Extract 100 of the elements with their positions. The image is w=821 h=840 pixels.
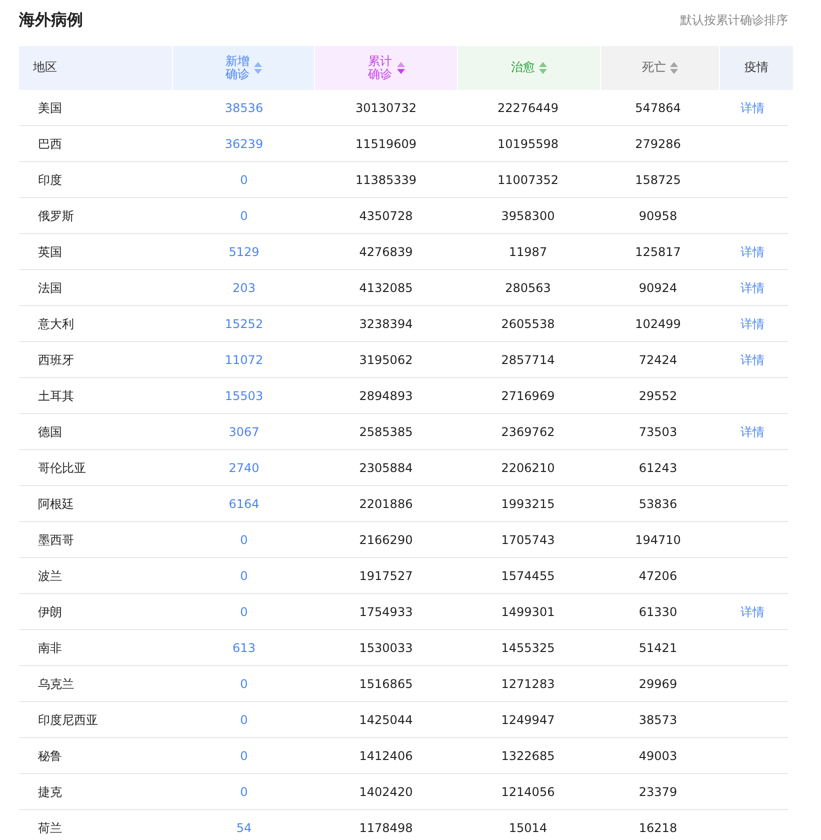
region-name: 秘鲁 [38,748,62,762]
table-cell: 23379 [638,784,678,798]
table-cell: 0 [240,172,248,186]
table-cell: 3958300 [501,208,555,222]
table-cell: 2740 [228,460,260,474]
table-cell: 1530033 [359,640,413,654]
region-name: 德国 [38,424,62,438]
table-cell: 2716969 [501,388,555,402]
table-cell: 0 [240,208,248,222]
column-header: 疫情 [720,46,793,90]
details-link[interactable]: 详情 [740,316,764,330]
table-cell: 11385339 [355,172,417,186]
region-name: 俄罗斯 [38,208,74,222]
table-cell: 29969 [638,676,678,690]
details-link[interactable]: 详情 [740,604,764,618]
details-link[interactable]: 详情 [740,424,764,438]
table-cell: 90924 [638,280,678,294]
region-name: 英国 [38,244,62,258]
table-cell: 61330 [638,604,678,618]
table-cell: 158725 [635,172,681,186]
table-cell: 90958 [638,208,678,222]
details-link[interactable]: 详情 [740,352,764,366]
table-cell: 279286 [635,136,681,150]
table-cell: 36239 [224,136,264,150]
table-cell: 0 [240,532,248,546]
table-cell: 11519609 [355,136,417,150]
table-cell: 0 [240,604,248,618]
table-cell: 2857714 [501,352,555,366]
details-link[interactable]: 详情 [740,100,764,114]
table-cell: 72424 [638,352,678,366]
table-cell: 29552 [638,388,678,402]
column-header[interactable]: 累计确诊 [315,46,457,90]
table-cell: 102499 [635,316,681,330]
table-cell: 16218 [638,820,678,834]
table-cell: 0 [240,784,248,798]
table-cell: 1412406 [359,748,413,762]
table-cell: 2605538 [501,316,555,330]
region-name: 乌克兰 [38,676,74,690]
table-cell: 5129 [228,244,260,258]
table-cell: 1917527 [359,568,413,582]
region-name: 印度尼西亚 [38,712,98,726]
table-cell: 2894893 [359,388,413,402]
details-link[interactable]: 详情 [740,280,764,294]
details-link[interactable]: 详情 [740,244,764,258]
table-cell: 6164 [228,496,260,510]
table-cell: 15252 [224,316,264,330]
region-name: 西班牙 [38,352,74,366]
table-cell: 1322685 [501,748,555,762]
table-cell: 194710 [635,532,681,546]
table-cell: 2369762 [501,424,555,438]
table-cell: 11987 [508,244,548,258]
table-cell: 61243 [638,460,678,474]
table-cell: 280563 [505,280,551,294]
sort-icon[interactable] [670,62,678,74]
table-cell: 11072 [224,352,264,366]
region-name: 波兰 [38,568,62,582]
table-cell: 2166290 [359,532,413,546]
table-cell: 38573 [638,712,678,726]
table-cell: 0 [240,568,248,582]
table-cell: 54 [236,820,252,834]
table-cell: 1249947 [501,712,555,726]
column-header[interactable]: 死亡 [601,46,719,90]
table-cell: 15014 [508,820,548,834]
table-cell: 1214056 [501,784,555,798]
sort-icon[interactable] [254,62,262,74]
table-cell: 10195598 [497,136,559,150]
table-cell: 1993215 [501,496,555,510]
table-cell: 3067 [228,424,260,438]
column-header: 地区 [19,46,172,90]
column-header[interactable]: 治愈 [458,46,600,90]
table-cell: 613 [232,640,256,654]
region-name: 伊朗 [38,604,62,618]
table-cell: 22276449 [497,100,559,114]
table-cell: 547864 [635,100,681,114]
table-cell: 53836 [638,496,678,510]
table-cell: 1425044 [359,712,413,726]
table-cell: 3238394 [359,316,413,330]
column-header[interactable]: 新增确诊 [173,46,314,90]
region-name: 意大利 [38,316,74,330]
region-name: 哥伦比亚 [38,460,86,474]
table-cell: 2585385 [359,424,413,438]
table-cell: 125817 [635,244,681,258]
table-cell: 203 [232,280,256,294]
table-cell: 1271283 [501,676,555,690]
region-name: 印度 [38,172,62,186]
table-cell: 1178498 [359,820,413,834]
sort-icon[interactable] [539,62,547,74]
table-cell: 11007352 [497,172,559,186]
table-cell: 1754933 [359,604,413,618]
table-cell: 1516865 [359,676,413,690]
region-name: 捷克 [38,784,62,798]
table-cell: 1499301 [501,604,555,618]
table-cell: 1705743 [501,532,555,546]
region-name: 巴西 [38,136,62,150]
table-cell: 1455325 [501,640,555,654]
region-name: 墨西哥 [38,532,74,546]
table-cell: 4276839 [359,244,413,258]
section-title: 海外病例 [19,9,83,31]
table-cell: 4132085 [359,280,413,294]
sort-icon[interactable] [396,62,405,74]
